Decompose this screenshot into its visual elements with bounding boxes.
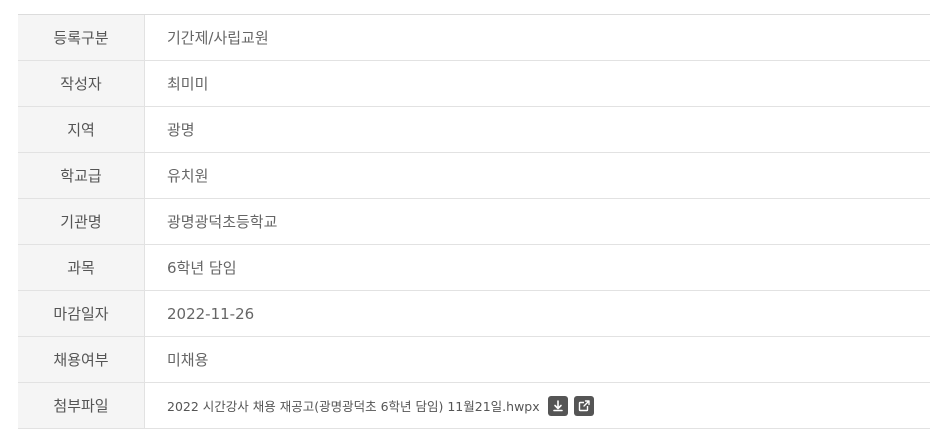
label-hiring-status: 채용여부: [18, 337, 145, 382]
label-author: 작성자: [18, 61, 145, 106]
value-author: 최미미: [167, 75, 209, 93]
row-school-level: 학교급 유치원: [18, 153, 930, 199]
value-subject: 6학년 담임: [167, 259, 237, 277]
attachment-cell: 2022 시간강사 채용 재공고(광명광덕초 6학년 담임) 11월21일.hw…: [145, 383, 930, 428]
row-subject: 과목 6학년 담임: [18, 245, 930, 291]
value-registration-type: 기간제/사립교원: [167, 29, 269, 47]
download-icon[interactable]: [547, 395, 568, 416]
value-institution: 광명광덕초등학교: [167, 213, 278, 231]
value-hiring-status: 미채용: [167, 351, 209, 369]
attachment-filename-link[interactable]: 2022 시간강사 채용 재공고(광명광덕초 6학년 담임) 11월21일.hw…: [167, 396, 540, 415]
label-registration-type: 등록구분: [18, 15, 145, 60]
row-region: 지역 광명: [18, 107, 930, 153]
label-subject: 과목: [18, 245, 145, 290]
value-region: 광명: [167, 121, 195, 139]
row-deadline: 마감일자 2022-11-26: [18, 291, 930, 337]
row-registration-type: 등록구분 기간제/사립교원: [18, 15, 930, 61]
row-hiring-status: 채용여부 미채용: [18, 337, 930, 383]
label-region: 지역: [18, 107, 145, 152]
label-institution: 기관명: [18, 199, 145, 244]
label-school-level: 학교급: [18, 153, 145, 198]
value-school-level: 유치원: [167, 167, 209, 185]
row-author: 작성자 최미미: [18, 61, 930, 107]
label-deadline: 마감일자: [18, 291, 145, 336]
external-link-icon[interactable]: [573, 395, 594, 416]
post-info-table: 등록구분 기간제/사립교원 작성자 최미미 지역 광명 학교급 유치원 기관명 …: [18, 14, 930, 429]
row-attachment: 첨부파일 2022 시간강사 채용 재공고(광명광덕초 6학년 담임) 11월2…: [18, 383, 930, 429]
value-deadline: 2022-11-26: [167, 304, 255, 323]
label-attachment: 첨부파일: [18, 383, 145, 428]
row-institution: 기관명 광명광덕초등학교: [18, 199, 930, 245]
